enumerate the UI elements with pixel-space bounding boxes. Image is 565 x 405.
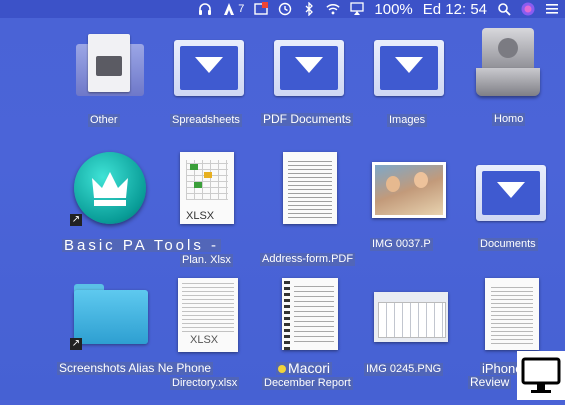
xlsx-tag: XLSX bbox=[186, 210, 215, 222]
alias-arrow-icon: ↗ bbox=[70, 338, 82, 350]
battery-percentage[interactable]: 100% bbox=[374, 0, 412, 18]
homo-drive[interactable] bbox=[476, 28, 540, 98]
siri-icon[interactable] bbox=[521, 0, 535, 18]
img-0037-label: IMG 0037.P bbox=[370, 238, 433, 251]
plan-xlsx-label: Plan. Xlsx bbox=[180, 254, 233, 267]
airplay-icon[interactable] bbox=[350, 0, 365, 18]
notebook-icon bbox=[282, 278, 338, 350]
menu-bar: 7 100% Ed 12: 54 bbox=[0, 0, 565, 18]
screenshots-label: Screenshots Alias Ne Phone bbox=[57, 361, 214, 375]
directory-label: Directory.xlsx bbox=[170, 377, 240, 390]
documents-label: Documents bbox=[478, 238, 538, 251]
wifi-icon[interactable] bbox=[326, 0, 341, 18]
macori-text: Macori bbox=[288, 360, 331, 376]
adobe-icon[interactable]: 7 bbox=[222, 0, 244, 18]
pdf-file-icon bbox=[283, 152, 337, 224]
headphones-icon[interactable] bbox=[198, 0, 212, 18]
bluetooth-icon[interactable] bbox=[302, 0, 316, 18]
images-label: Images bbox=[387, 114, 428, 127]
review-label: Review bbox=[468, 375, 512, 389]
images-folder[interactable] bbox=[374, 40, 444, 96]
screenshots-folder[interactable]: ↗ bbox=[70, 284, 150, 350]
menubar-clock[interactable]: Ed 12: 54 bbox=[423, 0, 487, 18]
directory-xlsx-file[interactable]: XLSX bbox=[178, 278, 240, 354]
crown-app-icon bbox=[74, 152, 146, 224]
adobe-badge-count: 7 bbox=[238, 3, 245, 15]
spreadsheets-folder[interactable] bbox=[174, 40, 244, 96]
homo-label: Homo bbox=[492, 113, 526, 126]
address-form-label: Address-form.PDF bbox=[260, 253, 356, 266]
address-form-pdf-file[interactable] bbox=[283, 152, 339, 226]
spreadsheets-label: Spreadsheets bbox=[170, 114, 242, 127]
folder-icon bbox=[476, 165, 546, 221]
alias-arrow-icon: ↗ bbox=[70, 214, 82, 226]
december-report-label: December Report bbox=[262, 377, 353, 390]
pdf-documents-label: PDF Documents bbox=[261, 112, 354, 126]
document-icon bbox=[485, 278, 539, 350]
photo-file-icon bbox=[372, 162, 446, 218]
keyboard-screenshot-icon bbox=[374, 292, 448, 342]
xlsx-file-icon: XLSX bbox=[178, 278, 238, 352]
img-0037-file[interactable] bbox=[372, 162, 448, 220]
notification-icon[interactable] bbox=[254, 0, 269, 18]
basic-pa-tools-label: Basic PA Tools - bbox=[62, 237, 221, 254]
tag-dot-icon bbox=[278, 365, 286, 374]
macori-label: Macori bbox=[276, 360, 333, 376]
documents-folder[interactable] bbox=[476, 165, 546, 221]
xlsx-file-icon: XLSX bbox=[180, 152, 234, 224]
iphone-review-file[interactable] bbox=[485, 278, 541, 352]
other-item[interactable] bbox=[76, 34, 146, 98]
other-label: Other bbox=[88, 114, 120, 127]
folder-icon bbox=[174, 40, 244, 96]
menu-list-icon[interactable] bbox=[545, 0, 559, 18]
folder-icon bbox=[274, 40, 344, 96]
time-machine-icon[interactable] bbox=[278, 0, 292, 18]
xlsx-tag: XLSX bbox=[190, 334, 219, 346]
macori-notebook[interactable] bbox=[282, 278, 340, 352]
display-icon[interactable] bbox=[517, 351, 565, 400]
img-0245-file[interactable] bbox=[370, 290, 450, 346]
search-icon[interactable] bbox=[497, 0, 511, 18]
folder-icon bbox=[374, 40, 444, 96]
basic-pa-tools-app[interactable]: ↗ bbox=[70, 150, 150, 230]
plan-xlsx-file[interactable]: XLSX bbox=[180, 152, 238, 226]
img-0245-label: IMG 0245.PNG bbox=[364, 363, 444, 376]
pdf-documents-folder[interactable] bbox=[274, 40, 344, 96]
